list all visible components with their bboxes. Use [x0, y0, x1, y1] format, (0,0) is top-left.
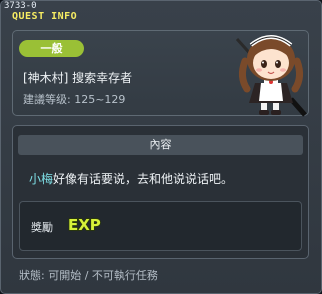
apron	[259, 83, 283, 101]
sword-hilt	[289, 97, 307, 117]
reward-box: 獎勵 EXP	[19, 201, 302, 251]
eye-left	[261, 60, 267, 68]
shoe-left	[259, 110, 269, 115]
cheek-right	[280, 68, 286, 72]
eye-right	[275, 60, 281, 68]
reward-label: 獎勵	[31, 221, 53, 234]
braid-left	[238, 57, 251, 93]
description-text: 好像有话要说，去和他说说话吧。	[53, 172, 234, 186]
recommended-level: 建議等级: 125~129	[23, 93, 126, 106]
window-id: 3733-0	[4, 1, 37, 11]
npc-maid-portrait	[235, 35, 307, 117]
quest-name: [神木村] 搜索幸存者	[23, 71, 133, 85]
braid-right	[291, 57, 304, 93]
exp-icon-text: EXP	[68, 216, 101, 234]
shoe-right	[271, 110, 281, 115]
npc-name: 小梅	[29, 172, 54, 186]
quest-details-panel: 內容 小梅好像有话要说，去和他说说话吧。 獎勵 EXP	[12, 125, 309, 259]
quest-summary-card: 一般 [神木村] 搜索幸存者 建議等级: 125~129	[12, 30, 309, 117]
quest-status: 狀態: 可開始 / 不可執行任務	[19, 269, 158, 282]
content-header: 內容	[18, 135, 303, 155]
quest-level-badge: 一般	[19, 40, 84, 57]
exp-icon: EXP	[67, 215, 101, 234]
quest-info-window: 3733-0 QUEST INFO 一般 [神木村] 搜索幸存者 建議等级: 1…	[0, 0, 322, 294]
window-title: QUEST INFO	[12, 11, 78, 22]
cheek-left	[256, 68, 262, 72]
quest-description: 小梅好像有话要说，去和他说说话吧。	[29, 170, 233, 187]
